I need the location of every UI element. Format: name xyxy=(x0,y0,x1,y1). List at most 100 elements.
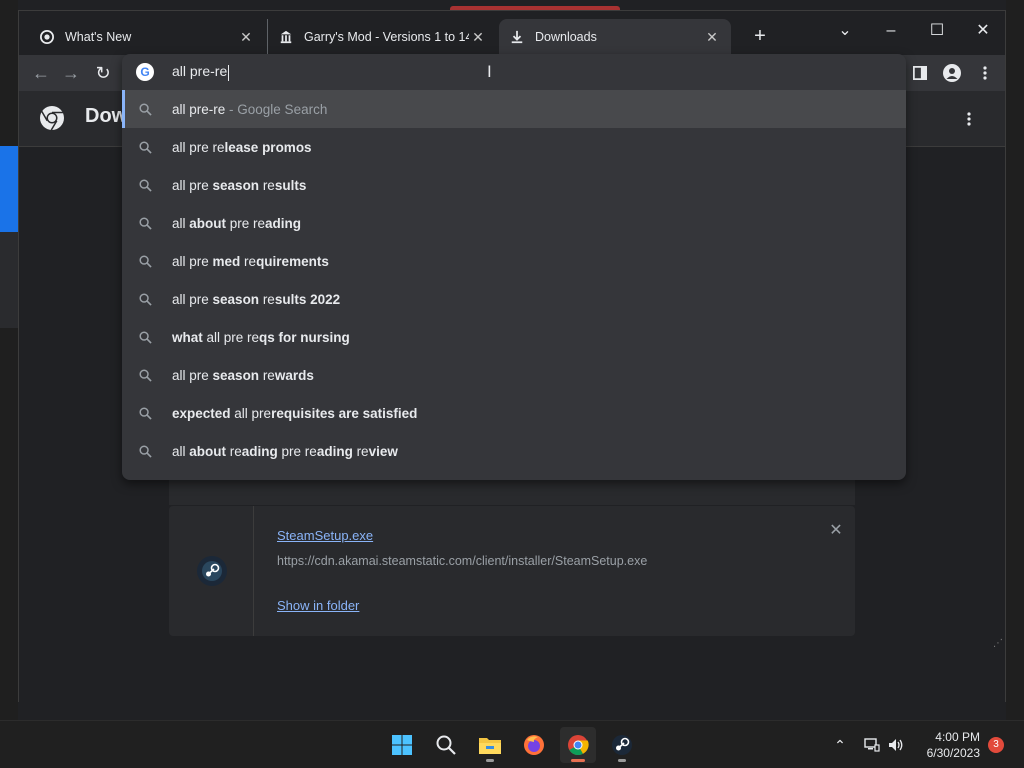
clock-time: 4:00 PM xyxy=(935,730,980,744)
suggestion-item[interactable]: all pre season rewards xyxy=(122,356,906,394)
search-icon xyxy=(136,406,154,420)
tab-title: What's New xyxy=(65,30,132,44)
file-name-link[interactable]: SteamSetup.exe xyxy=(277,528,373,543)
suggestion-text: all pre season results xyxy=(172,178,306,193)
suggestion-text: all pre-re - Google Search xyxy=(172,102,327,117)
google-icon: G xyxy=(136,63,154,81)
search-icon[interactable] xyxy=(428,727,464,763)
firefox-icon[interactable] xyxy=(516,727,552,763)
suggestion-item[interactable]: what all pre reqs for nursing xyxy=(122,318,906,356)
resize-grip-icon[interactable]: ⋰ xyxy=(993,638,1003,649)
volume-icon[interactable] xyxy=(886,733,906,757)
running-indicator xyxy=(618,759,626,762)
search-icon xyxy=(136,140,154,154)
download-card: SteamSetup.exe https://cdn.akamai.steams… xyxy=(169,506,855,636)
suggestion-text-part: ading xyxy=(241,443,278,459)
suggestion-text: expected all prerequisites are satisfied xyxy=(172,406,417,421)
suggestion-item[interactable]: all pre season results 2022 xyxy=(122,280,906,318)
new-tab-button[interactable]: + xyxy=(749,25,771,47)
suggestion-text-part: season xyxy=(212,367,260,383)
suggestion-item[interactable]: all pre-re - Google Search xyxy=(122,90,906,128)
maximize-icon[interactable]: ☐ xyxy=(919,17,955,45)
menu-kebab-icon[interactable] xyxy=(973,61,997,85)
museum-icon xyxy=(278,29,294,45)
windows-start-icon[interactable] xyxy=(384,727,420,763)
suggestion-text-part: pre re xyxy=(277,443,317,459)
suggestion-text-part: ading xyxy=(265,215,302,231)
suggestion-text-part: re xyxy=(352,443,369,459)
desktop-blue-panel xyxy=(0,146,18,232)
suggestion-text-part: ading xyxy=(316,443,353,459)
address-bar[interactable]: G all pre-re xyxy=(122,54,906,90)
suggestion-text-part: all xyxy=(172,215,190,231)
search-icon xyxy=(136,254,154,268)
suggestion-text-part: re xyxy=(259,367,275,383)
system-clock[interactable]: 4:00 PM 6/30/2023 xyxy=(910,729,980,761)
chrome-icon xyxy=(39,29,55,45)
suggestion-item[interactable]: all pre med requirements xyxy=(122,242,906,280)
suggestion-text-part: med xyxy=(212,253,241,269)
tab-downloads[interactable]: Downloads ✕ xyxy=(499,19,731,55)
suggestion-text-part: all pre xyxy=(172,291,213,307)
taskbar: ⌃ 4:00 PM 6/30/2023 3 xyxy=(0,720,1024,768)
suggestion-text: all about pre reading xyxy=(172,216,301,231)
tab-strip: What's New ✕ Garry's Mod - Versions 1 to… xyxy=(19,11,1005,55)
suggestion-text-part: all pre re xyxy=(202,329,260,345)
suggestion-item[interactable]: all about reading pre reading review xyxy=(122,432,906,470)
suggestion-text-part: all pre xyxy=(230,405,272,421)
suggestion-text-part: all pre re xyxy=(172,139,225,155)
side-panel-icon[interactable] xyxy=(908,61,932,85)
tab-title: Downloads xyxy=(535,30,597,44)
previous-download-card xyxy=(169,479,855,505)
typed-query: all pre-re xyxy=(172,63,228,80)
suggestion-text-part: re xyxy=(240,253,257,269)
suggestion-item[interactable]: expected all prerequisites are satisfied xyxy=(122,394,906,432)
running-indicator xyxy=(486,759,494,762)
suggestion-text-part: sults 2022 xyxy=(274,291,341,307)
tab-garrys-mod[interactable]: Garry's Mod - Versions 1 to 14, a ✕ xyxy=(267,19,497,55)
remove-download-icon[interactable]: ✕ xyxy=(825,520,847,542)
card-divider xyxy=(253,506,254,636)
suggestion-text-part: re xyxy=(226,443,242,459)
tab-search-chevron-icon[interactable]: ⌄ xyxy=(827,17,863,45)
file-explorer-icon[interactable] xyxy=(472,727,508,763)
suggestion-text: all pre med requirements xyxy=(172,254,329,269)
text-cursor-icon: I xyxy=(487,62,492,81)
suggestion-text-part: sults xyxy=(274,177,307,193)
suggestion-item[interactable]: all pre release promos xyxy=(122,128,906,166)
tab-whats-new[interactable]: What's New ✕ xyxy=(29,19,265,55)
reload-icon[interactable]: ↻ xyxy=(91,61,115,85)
suggestion-text-part: about xyxy=(189,215,227,231)
suggestion-text-part: all pre xyxy=(172,177,213,193)
close-icon[interactable]: ✕ xyxy=(469,29,487,46)
chevron-up-icon[interactable]: ⌃ xyxy=(830,733,850,757)
suggestion-text: all pre season results 2022 xyxy=(172,292,340,307)
search-icon xyxy=(136,368,154,382)
address-input-text[interactable]: all pre-re xyxy=(172,63,230,81)
steam-file-icon xyxy=(197,556,227,586)
network-icon[interactable] xyxy=(862,733,882,757)
forward-icon[interactable]: → xyxy=(59,61,83,85)
suggestion-text-part: pre re xyxy=(226,215,266,231)
tab-title: Garry's Mod - Versions 1 to 14, a xyxy=(304,30,469,44)
search-icon xyxy=(136,216,154,230)
suggestion-text-part: re xyxy=(259,177,275,193)
show-in-folder-link[interactable]: Show in folder xyxy=(277,598,359,613)
download-icon xyxy=(509,29,525,45)
close-icon[interactable]: ✕ xyxy=(703,29,721,46)
suggestion-text-part: all xyxy=(172,443,190,459)
steam-icon[interactable] xyxy=(604,727,640,763)
window-close-icon[interactable]: ✕ xyxy=(965,17,1001,45)
notification-badge[interactable]: 3 xyxy=(988,737,1004,753)
chrome-icon[interactable] xyxy=(560,727,596,763)
back-icon[interactable]: ← xyxy=(29,61,53,85)
more-actions-icon[interactable] xyxy=(959,107,979,131)
suggestion-item[interactable]: all about pre reading xyxy=(122,204,906,242)
suggestion-text-part: season xyxy=(212,291,260,307)
minimize-icon[interactable]: – xyxy=(873,17,909,45)
suggestion-item[interactable]: all pre season results xyxy=(122,166,906,204)
close-icon[interactable]: ✕ xyxy=(237,29,255,46)
suggestion-text-part: qs for nursing xyxy=(259,329,350,345)
suggestion-text-part: expected xyxy=(172,405,231,421)
profile-icon[interactable] xyxy=(940,61,964,85)
